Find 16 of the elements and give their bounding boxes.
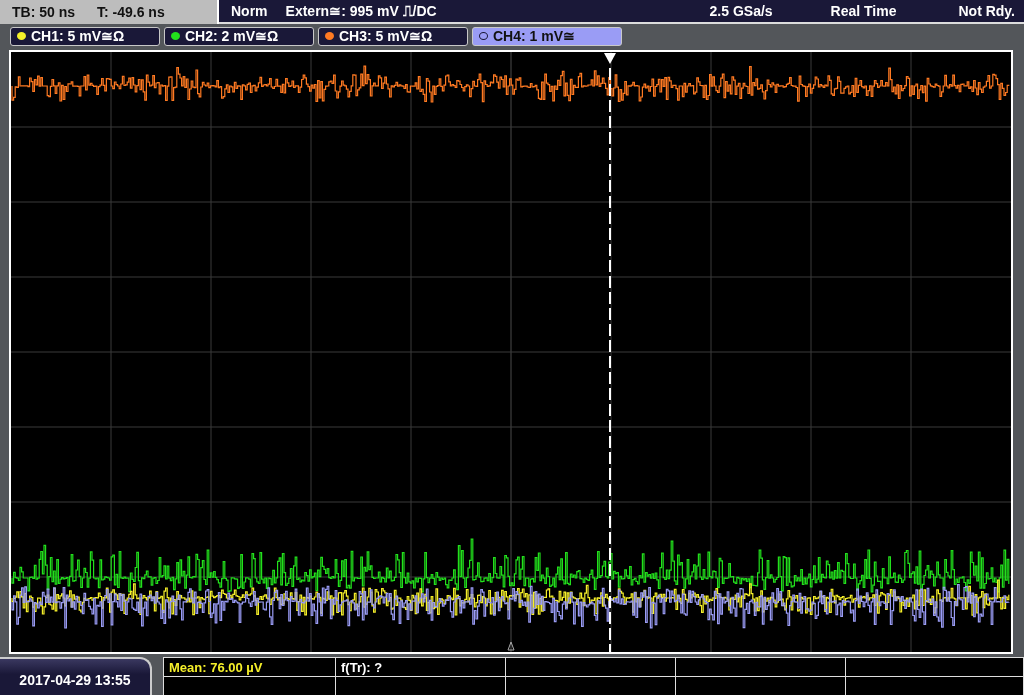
trigger-marker-icon[interactable] — [604, 53, 616, 64]
measurement-cell: Mean: 76.00 µV — [164, 657, 336, 676]
date-time-tab[interactable]: 2017-04-29 13:55 — [0, 657, 152, 695]
channel-tab[interactable]: CH4: 1 mV≅ — [472, 26, 622, 46]
channel-tab[interactable]: CH3: 5 mV≅Ω — [318, 26, 468, 46]
trigger-time-label: T: -49.6 ns — [97, 4, 165, 20]
acquisition-mode-label: Real Time — [830, 3, 897, 19]
channel-tab[interactable]: CH1: 5 mV≅Ω — [10, 26, 160, 46]
channel-tab[interactable]: CH2: 2 mV≅Ω — [164, 26, 314, 46]
sample-rate-label: 2.5 GSa/s — [709, 3, 773, 19]
status-label: Not Rdy. — [958, 3, 1015, 19]
ground-marker-icon — [507, 641, 515, 651]
trigger-mode-label: Norm — [231, 3, 268, 19]
timebase-label: TB: 50 ns — [12, 4, 75, 20]
trigger-source-label: Extern≅: 995 mV ⎍/DC — [285, 2, 437, 20]
measurement-cell: f(Tr): ? — [336, 657, 506, 676]
